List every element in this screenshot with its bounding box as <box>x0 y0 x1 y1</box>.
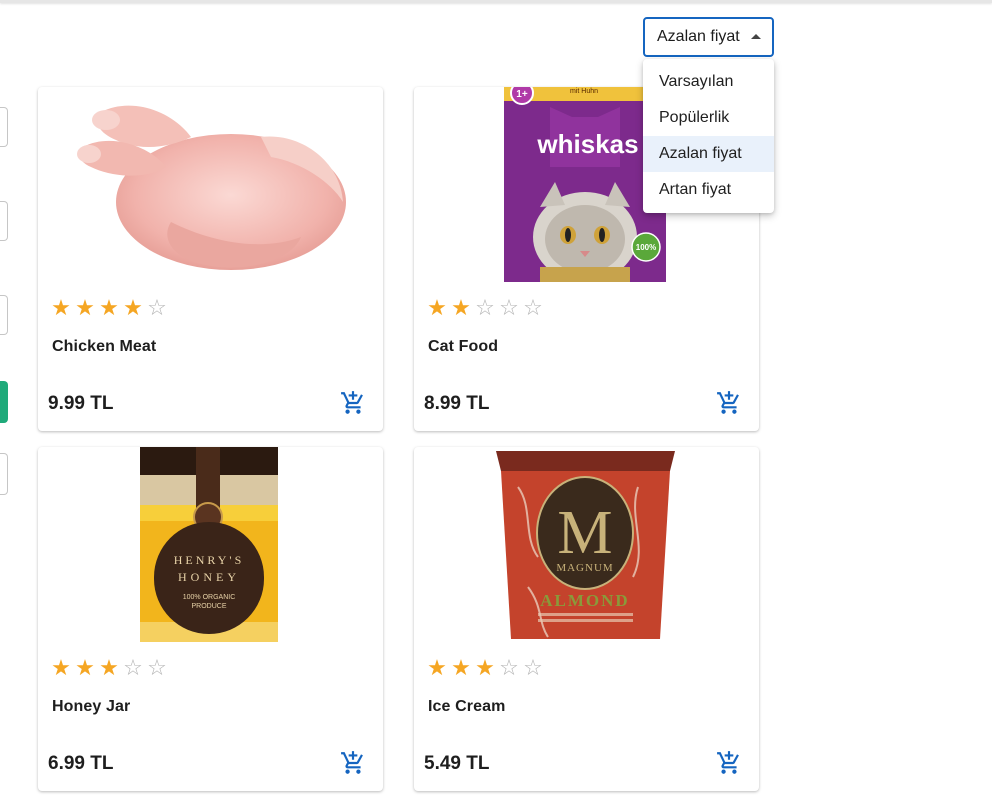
filter-apply-button-edge[interactable] <box>0 381 8 423</box>
star-filled-icon: ★ <box>427 295 447 320</box>
rating-stars: ★ ★ ★ ★ ☆ <box>50 297 168 319</box>
filter-field-edge[interactable] <box>0 453 8 495</box>
pouch-age-badge: 1+ <box>516 89 528 100</box>
star-empty-icon: ☆ <box>147 655 167 680</box>
rating-stars: ★ ★ ★ ☆ ☆ <box>426 657 544 679</box>
product-name: Honey Jar <box>52 698 131 715</box>
star-filled-icon: ★ <box>99 655 119 680</box>
pouch-flavor-label: mit Huhn <box>569 88 597 95</box>
star-empty-icon: ☆ <box>475 295 495 320</box>
product-price: 9.99 TL <box>48 393 114 414</box>
rating-stars: ★ ★ ☆ ☆ ☆ <box>426 297 544 319</box>
star-empty-icon: ☆ <box>523 295 543 320</box>
product-card[interactable]: M MAGNUM ALMOND ★ ★ ★ ☆ ☆ Ice Cream 5.49 TL <box>414 447 759 791</box>
product-price: 6.99 TL <box>48 753 114 774</box>
star-filled-icon: ★ <box>123 295 143 320</box>
star-filled-icon: ★ <box>451 295 471 320</box>
star-empty-icon: ☆ <box>147 295 167 320</box>
tub-logo-letter: M <box>557 499 612 567</box>
magnum-tub-image[interactable]: M MAGNUM ALMOND <box>414 447 759 642</box>
caret-up-icon <box>751 34 761 39</box>
star-empty-icon: ☆ <box>523 655 543 680</box>
top-app-bar <box>0 0 992 3</box>
product-card[interactable]: ★ ★ ★ ★ ☆ Chicken Meat 9.99 TL <box>38 87 383 431</box>
product-name: Chicken Meat <box>52 338 157 355</box>
add-to-cart-icon[interactable] <box>340 750 366 776</box>
jar-label-line4: PRODUCE <box>191 603 226 610</box>
star-filled-icon: ★ <box>75 295 95 320</box>
product-price: 8.99 TL <box>424 393 490 414</box>
filter-field-edge[interactable] <box>0 295 8 335</box>
sort-select[interactable]: Azalan fiyat <box>643 17 774 57</box>
pouch-seal-text: 100% <box>635 243 655 252</box>
jar-label-line1: HENRY'S <box>173 553 244 567</box>
rating-stars: ★ ★ ★ ☆ ☆ <box>50 657 168 679</box>
raw-chicken-image[interactable] <box>38 87 383 282</box>
star-empty-icon: ☆ <box>123 655 143 680</box>
sort-option-popularity[interactable]: Popülerlik <box>643 100 774 136</box>
add-to-cart-icon[interactable] <box>716 750 742 776</box>
honey-jar-image[interactable]: HENRY'S HONEY 100% ORGANIC PRODUCE <box>38 447 383 642</box>
star-filled-icon: ★ <box>99 295 119 320</box>
add-to-cart-icon[interactable] <box>340 390 366 416</box>
tub-brand-text: MAGNUM <box>556 562 613 574</box>
jar-label-line2: HONEY <box>178 570 240 584</box>
star-empty-icon: ☆ <box>499 295 519 320</box>
filter-field-edge[interactable] <box>0 107 8 147</box>
jar-label-line3: 100% ORGANIC <box>182 594 235 601</box>
star-empty-icon: ☆ <box>499 655 519 680</box>
sort-selected-value: Azalan fiyat <box>657 28 740 45</box>
star-filled-icon: ★ <box>75 655 95 680</box>
star-filled-icon: ★ <box>475 655 495 680</box>
product-price: 5.49 TL <box>424 753 490 774</box>
sort-dropdown-menu: Varsayılan Popülerlik Azalan fiyat Artan… <box>643 59 774 213</box>
pouch-brand-text: whiskas <box>536 129 638 159</box>
add-to-cart-icon[interactable] <box>716 390 742 416</box>
star-filled-icon: ★ <box>51 655 71 680</box>
star-filled-icon: ★ <box>451 655 471 680</box>
tub-flavor-text: ALMOND <box>540 591 629 610</box>
filter-field-edge[interactable] <box>0 201 8 241</box>
product-name: Ice Cream <box>428 698 506 715</box>
star-filled-icon: ★ <box>427 655 447 680</box>
sort-option-default[interactable]: Varsayılan <box>643 64 774 100</box>
product-name: Cat Food <box>428 338 499 355</box>
sort-option-price-asc[interactable]: Artan fiyat <box>643 172 774 208</box>
product-card[interactable]: HENRY'S HONEY 100% ORGANIC PRODUCE ★ ★ ★ ☆ ☆… <box>38 447 383 791</box>
sort-option-price-desc[interactable]: Azalan fiyat <box>643 136 774 172</box>
star-filled-icon: ★ <box>51 295 71 320</box>
